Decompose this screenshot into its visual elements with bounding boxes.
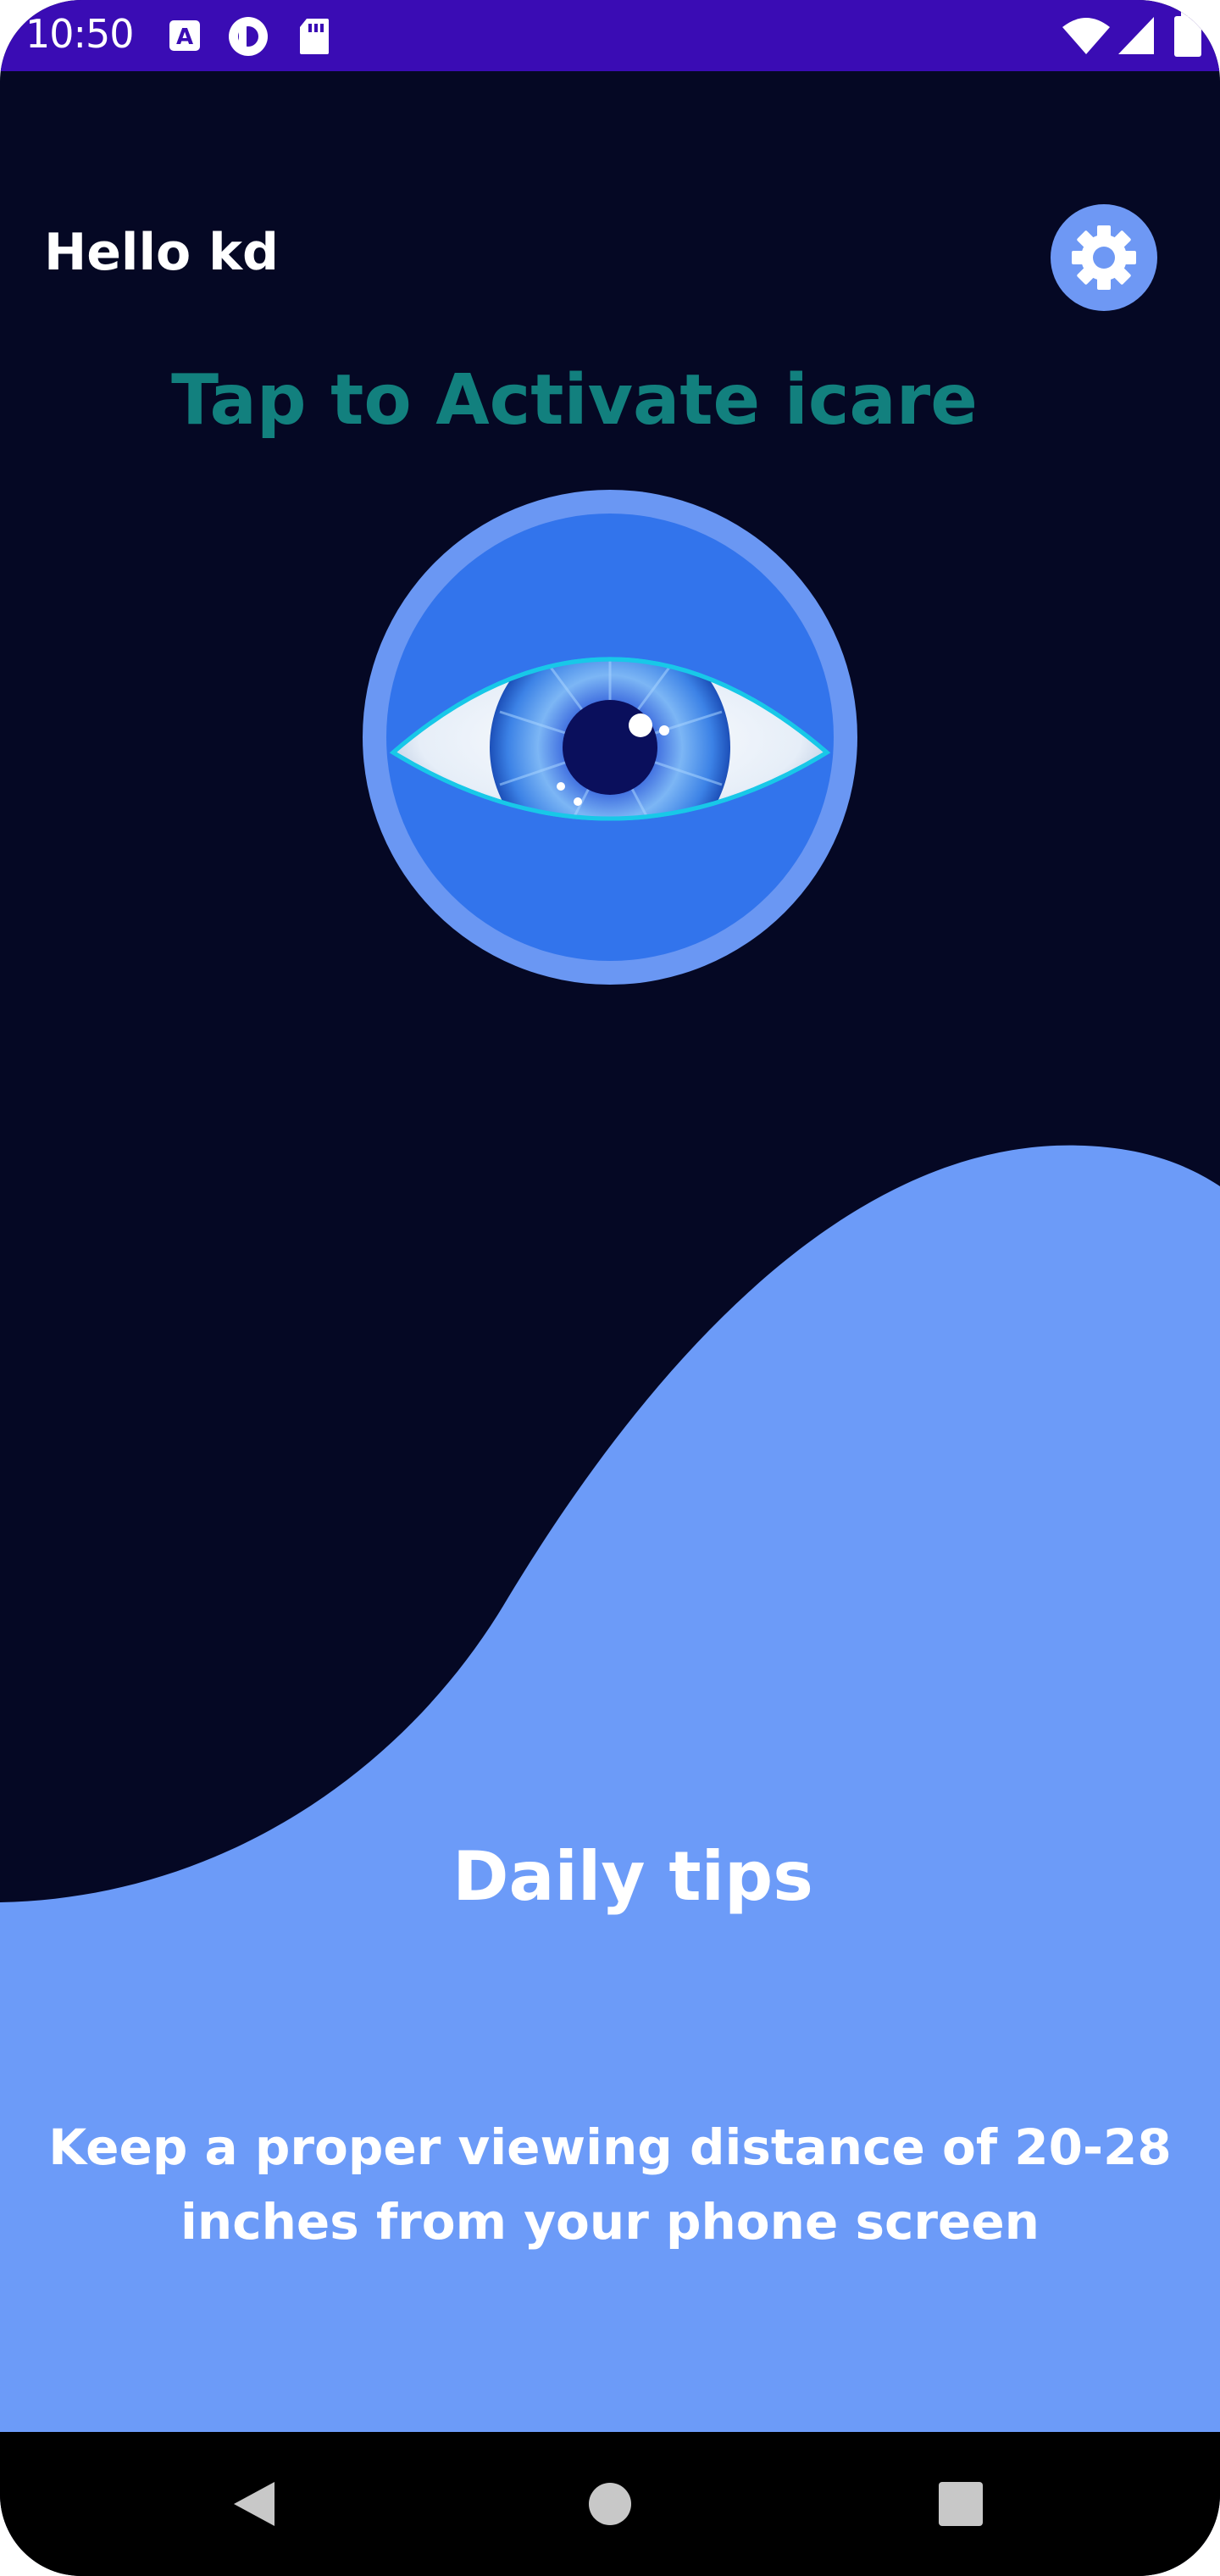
home-icon <box>589 2483 631 2525</box>
nav-back-button[interactable] <box>186 2432 322 2576</box>
daily-tips-title: Daily tips <box>452 1837 813 1916</box>
settings-button[interactable] <box>1051 204 1157 311</box>
nav-recents-button[interactable] <box>893 2432 1029 2576</box>
activate-title: Tap to Activate icare <box>171 360 978 441</box>
gear-icon <box>1072 225 1136 290</box>
daily-tip-text: Keep a proper viewing distance of 20-28 … <box>48 2118 1172 2251</box>
activate-eye-button[interactable] <box>363 490 857 985</box>
eye-icon <box>389 657 831 821</box>
recents-icon <box>939 2482 983 2526</box>
navigation-bar <box>0 2432 1220 2576</box>
back-icon <box>234 2482 274 2526</box>
app-screen: 10:50 A Hello kd Tap to Activate icare D… <box>0 0 1220 2576</box>
greeting-text: Hello kd <box>44 223 280 282</box>
nav-home-button[interactable] <box>542 2432 678 2576</box>
eye-button-inner <box>386 514 834 961</box>
